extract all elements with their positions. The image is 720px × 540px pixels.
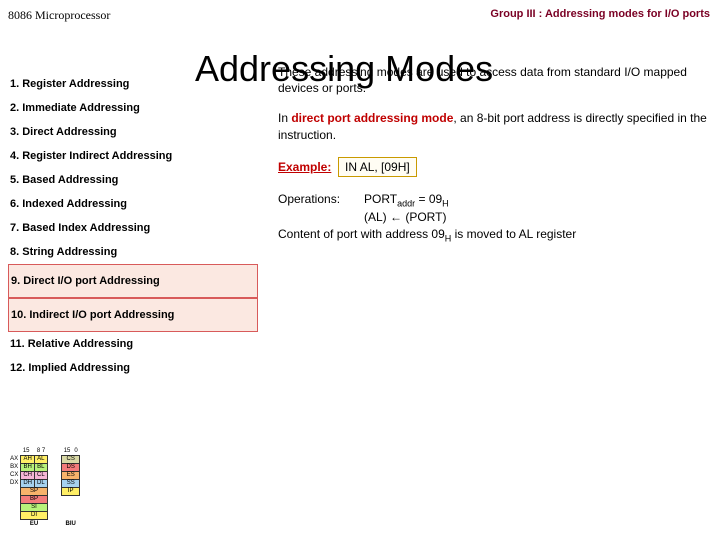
- example-code: IN AL, [09H]: [338, 157, 417, 177]
- mode-3: 3. Direct Addressing: [8, 120, 258, 144]
- addressing-modes-list: 1. Register Addressing 2. Immediate Addr…: [8, 72, 258, 380]
- op-line-1: PORTaddr = 09H: [364, 191, 708, 210]
- direct-mode-desc: In direct port addressing mode, an 8-bit…: [278, 110, 708, 142]
- mode-2: 2. Immediate Addressing: [8, 96, 258, 120]
- mode-6: 6. Indexed Addressing: [8, 192, 258, 216]
- mode-11: 11. Relative Addressing: [8, 332, 258, 356]
- register-diagram: 15 8 7 15 0 AX AH AL CS BX BH BL DS CX C…: [8, 448, 178, 528]
- mode-4: 4. Register Indirect Addressing: [8, 144, 258, 168]
- example-row: Example: IN AL, [09H]: [278, 157, 708, 177]
- operation-note: Content of port with address 09H is move…: [278, 226, 708, 245]
- reg-table-eu: 15 8 7 15 0 AX AH AL CS BX BH BL DS CX C…: [8, 448, 80, 528]
- eu-label: EU: [21, 520, 47, 529]
- operations-body: PORTaddr = 09H (AL) ← (PORT): [364, 191, 708, 226]
- op-line-2: (AL) ← (PORT): [364, 209, 708, 225]
- biu-label: BIU: [62, 520, 80, 529]
- mode-5: 5. Based Addressing: [8, 168, 258, 192]
- topic-label: 8086 Microprocessor: [8, 8, 110, 23]
- mode-10-highlighted: 10. Indirect I/O port Addressing: [8, 298, 258, 332]
- content-body: These addressing modes are used to acces…: [278, 64, 708, 258]
- intro-text: These addressing modes are used to acces…: [278, 64, 708, 96]
- mode-12: 12. Implied Addressing: [8, 356, 258, 380]
- group-label: Group III : Addressing modes for I/O por…: [490, 8, 710, 20]
- term-direct-port: direct port addressing mode: [291, 111, 453, 125]
- operations-block: Operations: PORTaddr = 09H (AL) ← (PORT): [278, 191, 708, 226]
- mode-7: 7. Based Index Addressing: [8, 216, 258, 240]
- mode-8: 8. String Addressing: [8, 240, 258, 264]
- mode-9-highlighted: 9. Direct I/O port Addressing: [8, 264, 258, 298]
- mode-1: 1. Register Addressing: [8, 72, 258, 96]
- operations-label: Operations:: [278, 191, 364, 207]
- example-label: Example:: [278, 160, 331, 174]
